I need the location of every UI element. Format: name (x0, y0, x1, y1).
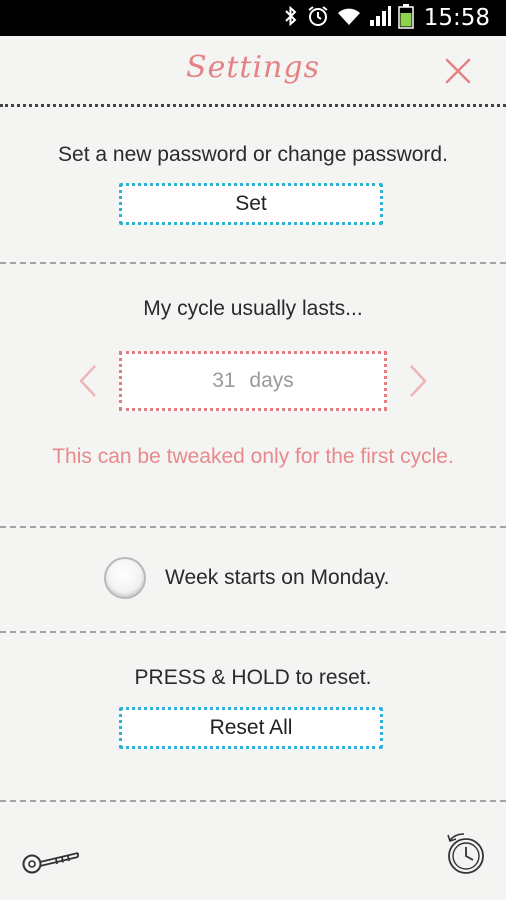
cycle-label: My cycle usually lasts... (143, 297, 363, 320)
set-password-button[interactable]: Set (119, 183, 383, 225)
history-button[interactable] (444, 830, 488, 878)
key-icon (22, 852, 79, 874)
divider (0, 526, 506, 528)
close-icon (445, 58, 471, 84)
close-button[interactable] (444, 57, 472, 85)
week-starts-monday-label: Week starts on Monday. (165, 566, 390, 589)
cycle-length-value: 31 days (119, 351, 387, 411)
password-label: Set a new password or change password. (58, 143, 448, 166)
signal-icon (368, 4, 392, 33)
chevron-right-icon (410, 365, 427, 397)
divider (0, 631, 506, 633)
cycle-days-unit: days (249, 369, 294, 392)
status-icons: 15:58 (282, 0, 506, 36)
week-starts-monday-radio[interactable] (104, 557, 146, 599)
header: Settings (0, 36, 506, 106)
status-bar: 15:58 (0, 0, 506, 36)
wifi-icon (336, 4, 362, 33)
chevron-left-icon (79, 365, 96, 397)
alarm-icon (306, 4, 330, 33)
cycle-days-number: 31 (212, 369, 236, 392)
divider (0, 800, 506, 802)
cycle-note: This can be tweaked only for the first c… (52, 445, 454, 468)
battery-icon (397, 3, 414, 34)
reset-all-button[interactable]: Reset All (119, 707, 383, 749)
page-title: Settings (186, 50, 320, 85)
status-time: 15:58 (423, 5, 490, 31)
divider (0, 262, 506, 264)
increase-cycle-button[interactable] (406, 363, 430, 399)
clock-history-icon (447, 833, 484, 874)
header-divider (0, 104, 506, 107)
decrease-cycle-button[interactable] (76, 363, 100, 399)
reset-label: PRESS & HOLD to reset. (134, 666, 372, 689)
bluetooth-icon (282, 4, 300, 33)
password-key-button[interactable] (20, 842, 82, 878)
